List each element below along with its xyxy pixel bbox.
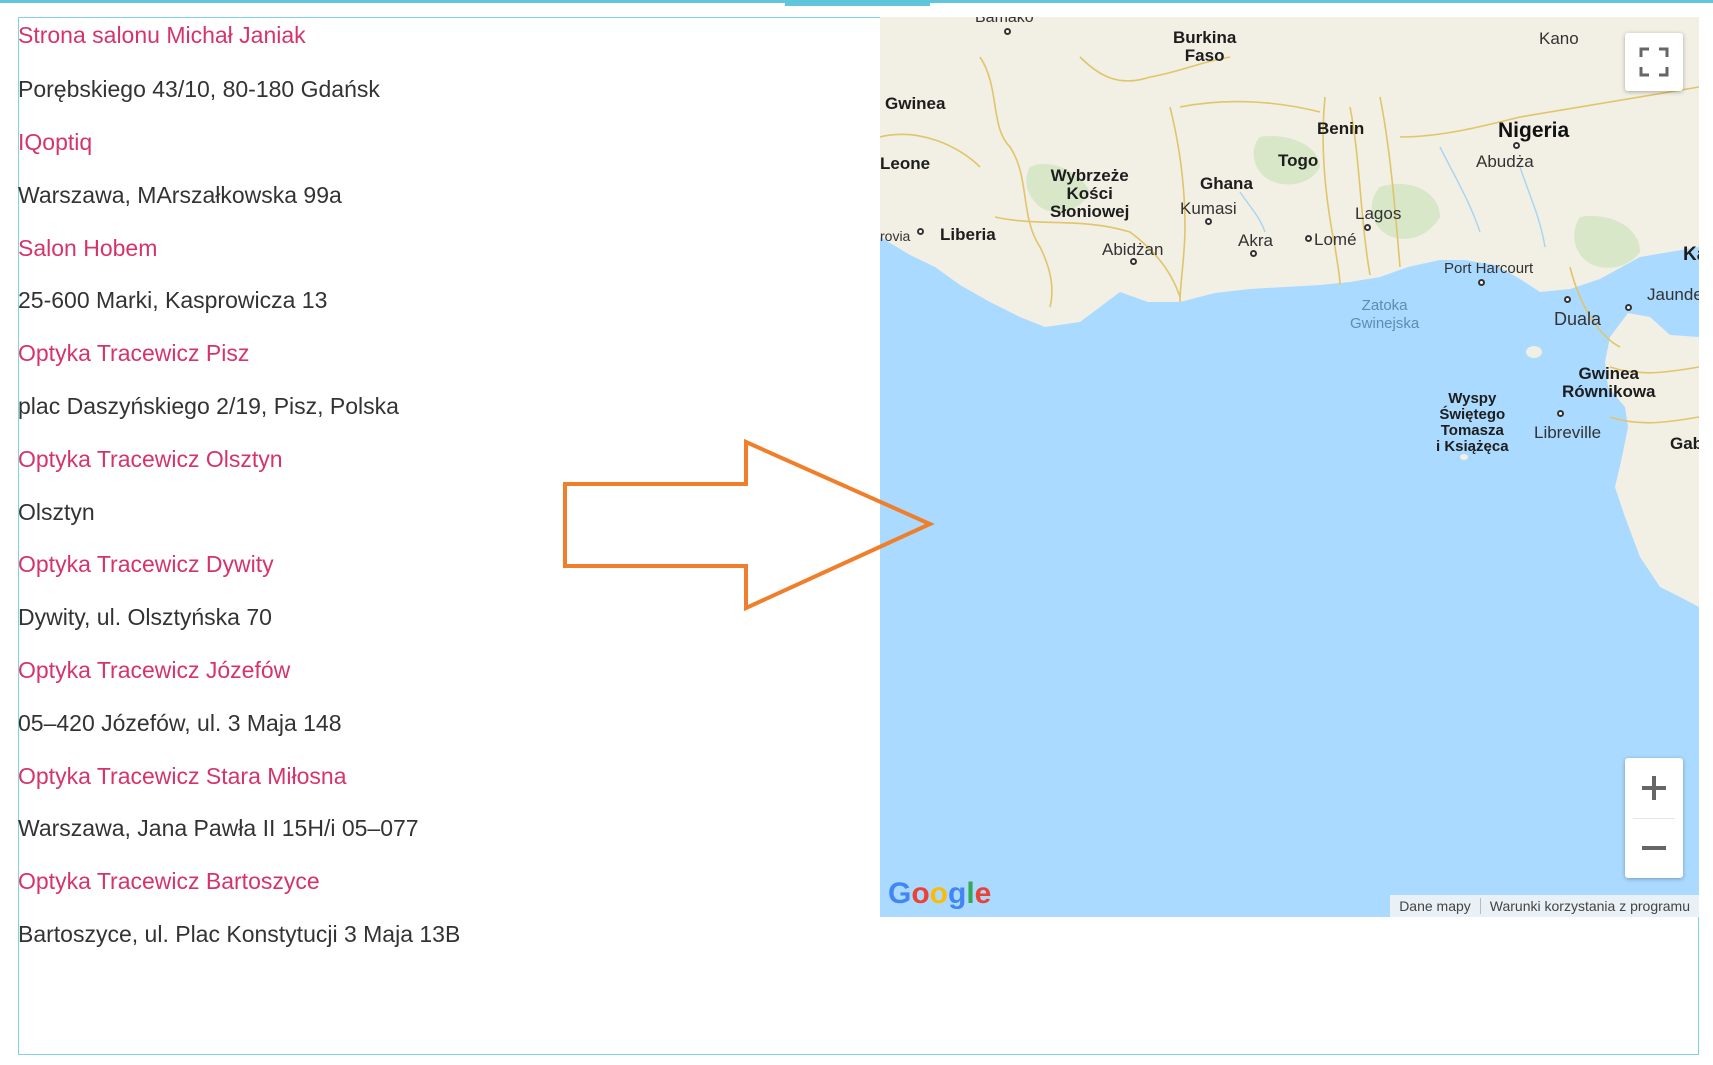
city-dot [1305,235,1312,242]
salon-address: Porębskiego 43/10, 80-180 Gdańsk [18,76,380,102]
map-label-gwinea-rownikowa: Gwinea Równikowa [1562,364,1656,401]
map-label-kumasi: Kumasi [1180,199,1237,218]
fullscreen-button[interactable] [1625,33,1683,91]
map-label-sierra-leone: Leone [880,154,931,173]
map-label-libreville: Libreville [1534,423,1602,442]
minus-icon [1642,846,1666,850]
map-label-lagos: Lagos [1355,204,1402,223]
city-dot [1364,224,1371,231]
map-label-duala: Duala [1554,309,1602,329]
salon-address: 25-600 Marki, Kasprowicza 13 [18,287,328,313]
salon-address: Dywity, ul. Olsztyńska 70 [18,604,272,630]
city-dot [1478,279,1485,286]
map-label-togo: Togo [1278,151,1319,170]
salon-address: Warszawa, MArszałkowska 99a [18,182,342,208]
salon-link[interactable]: Optyka Tracewicz Józefów [18,657,290,684]
salon-link[interactable]: Optyka Tracewicz Olsztyn [18,446,283,473]
map-data-link[interactable]: Dane mapy [1390,898,1480,914]
map-attribution: Dane mapy Warunki korzystania z programu [1390,895,1699,917]
map-label-kano: Kano [1539,29,1579,48]
salon-link[interactable]: Optyka Tracewicz Dywity [18,551,274,578]
map-label-jaunde: Jaunde [1647,285,1699,304]
city-dot [1513,142,1520,149]
map-label-burkina-faso: Burkina Faso [1173,28,1237,65]
map-label-gabon: Gab [1670,434,1699,453]
map-label-nigeria: Nigeria [1498,119,1570,142]
map-label-abudza: Abudża [1476,152,1534,171]
zoom-control [1625,758,1683,878]
map-label-benin: Benin [1317,119,1365,138]
fullscreen-icon [1639,47,1669,77]
salon-address: Olsztyn [18,499,95,525]
city-dot [1250,250,1257,257]
salon-address: Bartoszyce, ul. Plac Konstytucji 3 Maja … [18,921,461,947]
map-label-akra: Akra [1238,231,1273,250]
map-label-monrovia: rovia [880,228,911,244]
map-label-wyspy: Wyspy Świętego Tomasza i Książęca [1436,390,1509,455]
map-label-port-harcourt: Port Harcourt [1444,260,1534,277]
salon-link[interactable]: Optyka Tracewicz Pisz [18,340,249,367]
salon-address: Warszawa, Jana Pawła II 15H/i 05–077 [18,815,419,841]
salon-address: plac Daszyńskiego 2/19, Pisz, Polska [18,393,399,419]
map-label-abidzan: Abidżan [1102,240,1164,259]
city-dot [1625,304,1632,311]
google-map[interactable]: Bamako Burkina Faso Kano Gwinea Benin Ni… [880,17,1699,917]
salon-link[interactable]: Salon Hobem [18,235,157,262]
top-tab-indicator [785,0,930,6]
zoom-in-button[interactable] [1625,758,1683,818]
city-dot [1557,410,1564,417]
map-label-lome: Lomé [1314,230,1357,249]
map-terms-link[interactable]: Warunki korzystania z programu [1481,898,1699,914]
city-dot [1004,28,1011,35]
orange-arrow-annotation [563,438,935,612]
salon-link[interactable]: Strona salonu Michał Janiak [18,22,306,49]
zoom-out-button[interactable] [1625,818,1683,878]
city-dot [1564,296,1571,303]
salon-link[interactable]: IQoptiq [18,129,92,156]
map-label-gwinea: Gwinea [885,94,946,113]
map-label-wybrzeze: Wybrzeże Kości Słoniowej [1050,166,1130,221]
salon-link[interactable]: Optyka Tracewicz Stara Miłosna [18,763,347,790]
salon-address: 05–420 Józefów, ul. 3 Maja 148 [18,710,342,736]
map-label-bamako: Bamako [975,17,1034,26]
map-label-ghana: Ghana [1200,174,1253,193]
city-dot [1130,258,1137,265]
map-label-kamerun: Ka [1683,244,1699,265]
map-label-liberia: Liberia [940,225,996,244]
city-dot [917,228,924,235]
google-logo: Google [888,877,992,910]
map-label-zatoka-gwinejska: Zatoka Gwinejska [1350,297,1420,332]
plus-icon [1642,776,1666,800]
city-dot [1205,218,1212,225]
salon-link[interactable]: Optyka Tracewicz Bartoszyce [18,868,320,895]
